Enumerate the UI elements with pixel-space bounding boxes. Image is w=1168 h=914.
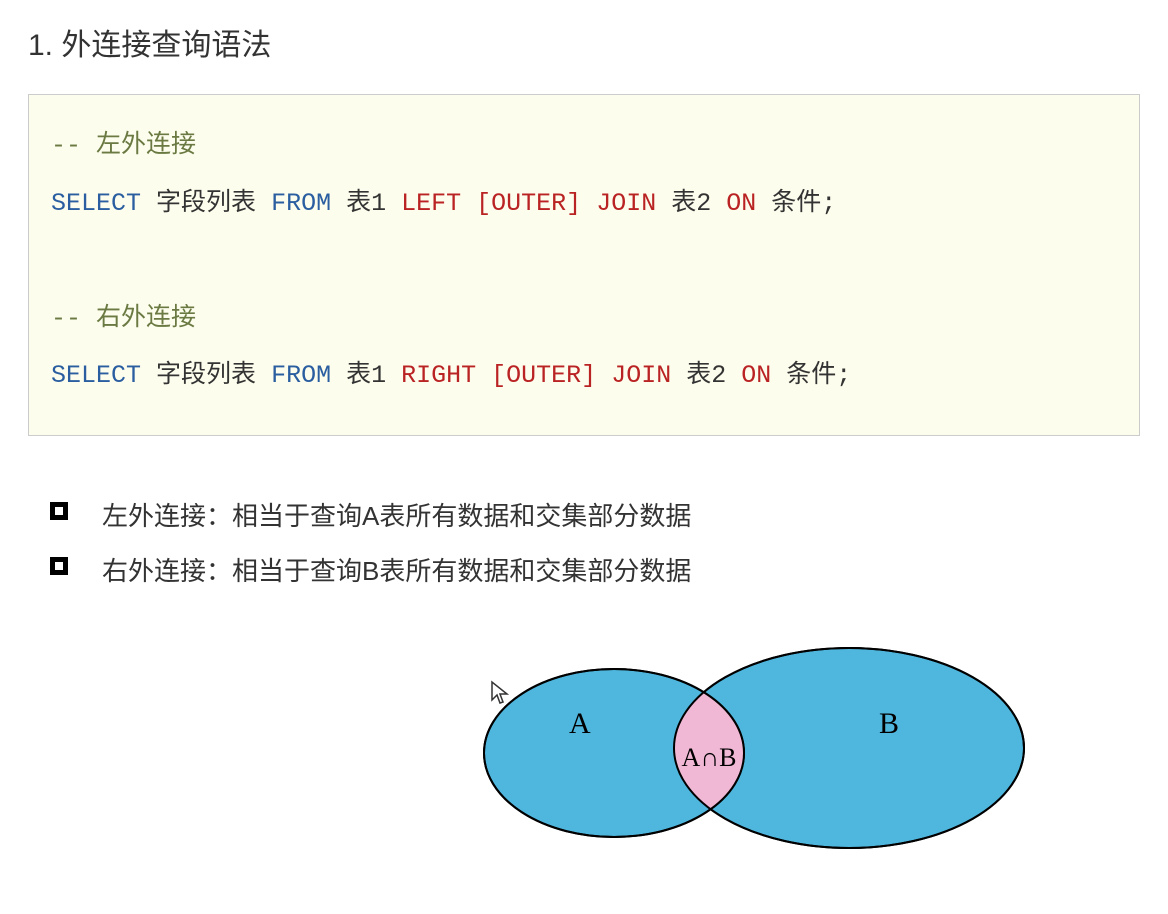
kw-left: LEFT — [401, 189, 461, 218]
venn-label-b: B — [879, 707, 899, 740]
kw-join: JOIN — [596, 189, 656, 218]
sql-table1: 表1 — [346, 361, 386, 390]
sql-comment: -- 左外连接 — [51, 131, 196, 160]
section-heading: 1. 外连接查询语法 — [28, 20, 1140, 64]
venn-diagram: A B A∩B — [479, 638, 1039, 858]
sql-condition: 条件; — [771, 189, 836, 218]
sql-table2: 表2 — [686, 361, 726, 390]
bullet-item: 右外连接：相当于查询B表所有数据和交集部分数据 — [50, 551, 1140, 588]
kw-outer: [OUTER] — [476, 189, 581, 218]
sql-comment: -- 右外连接 — [51, 304, 196, 333]
kw-select: SELECT — [51, 189, 141, 218]
kw-outer: [OUTER] — [491, 361, 596, 390]
kw-on: ON — [726, 189, 756, 218]
kw-from: FROM — [271, 361, 331, 390]
sql-fields: 字段列表 — [156, 189, 256, 218]
sql-table2: 表2 — [671, 189, 711, 218]
kw-join: JOIN — [611, 361, 671, 390]
bullet-list: 左外连接：相当于查询A表所有数据和交集部分数据 右外连接：相当于查询B表所有数据… — [28, 496, 1140, 588]
venn-label-intersect: A∩B — [682, 743, 737, 772]
kw-on: ON — [741, 361, 771, 390]
sql-condition: 条件; — [786, 361, 851, 390]
kw-right: RIGHT — [401, 361, 476, 390]
venn-label-a: A — [569, 707, 591, 740]
code-block: -- 左外连接 SELECT 字段列表 FROM 表1 LEFT [OUTER]… — [28, 94, 1140, 436]
venn-diagram-container: A B A∩B — [28, 638, 1140, 858]
kw-from: FROM — [271, 189, 331, 218]
kw-select: SELECT — [51, 361, 141, 390]
sql-fields: 字段列表 — [156, 361, 256, 390]
bullet-item: 左外连接：相当于查询A表所有数据和交集部分数据 — [50, 496, 1140, 533]
venn-svg: A B A∩B — [479, 638, 1039, 858]
sql-table1: 表1 — [346, 189, 386, 218]
